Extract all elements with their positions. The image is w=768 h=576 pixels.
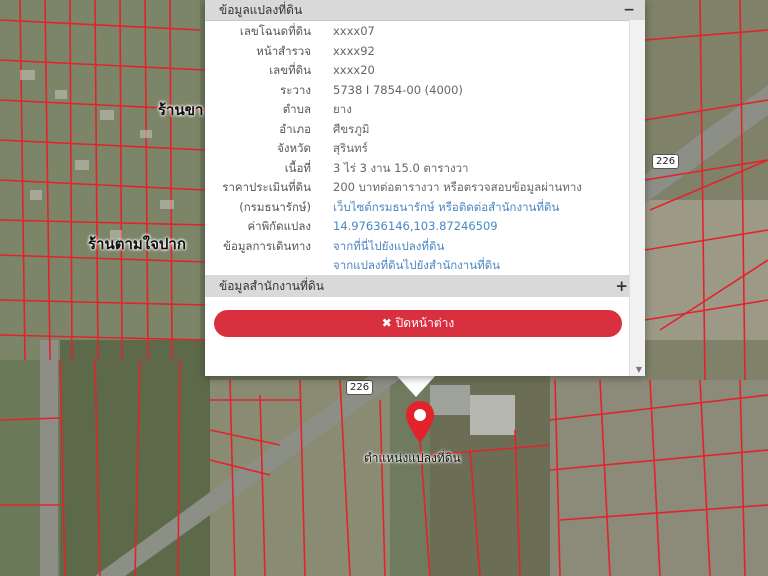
- row-map-sheet: ระวาง 5738 I 7854-00 (4000): [205, 81, 630, 101]
- row-subdistrict: ตำบล ยาง: [205, 100, 630, 120]
- field-label: จังหวัด: [277, 141, 311, 155]
- location-pin-icon[interactable]: [405, 400, 435, 446]
- row-coordinates: ค่าพิกัดแปลง 14.97636146,103.87246509: [205, 217, 630, 237]
- row-land-number: เลขที่ดิน xxxx20: [205, 61, 630, 81]
- field-label: ระวาง: [280, 82, 311, 97]
- field-value: ศีขรภูมิ: [333, 121, 370, 136]
- row-survey-page: หน้าสำรวจ xxxx92: [205, 42, 630, 62]
- land-office-section-header[interactable]: ข้อมูลสำนักงานที่ดิน +: [205, 275, 630, 297]
- close-button-label: ปิดหน้าต่าง: [395, 316, 455, 330]
- row-directions-office: จากแปลงที่ดินไปยังสำนักงานที่ดิน: [205, 256, 630, 276]
- field-label: [205, 256, 333, 276]
- field-label: (กรมธนารักษ์): [239, 199, 311, 214]
- treasury-website-link[interactable]: เว็บไซต์กรมธนารักษ์ หรือติดต่อสำนักงานที…: [333, 198, 630, 218]
- parcel-details: เลขโฉนดที่ดิน xxxx07 หน้าสำรวจ xxxx92 เลขท…: [205, 22, 630, 276]
- x-icon: ✖: [381, 316, 392, 330]
- directions-to-office-link[interactable]: จากแปลงที่ดินไปยังสำนักงานที่ดิน: [333, 256, 630, 276]
- popup-scrollbar[interactable]: ▼: [629, 20, 645, 376]
- parcel-position-label: ตำแหน่งแปลงที่ดิน: [364, 451, 461, 465]
- field-value: xxxx20: [333, 63, 375, 77]
- parcel-info-popup: ข้อมูลแปลงที่ดิน − เลขโฉนดที่ดิน xxxx07 ห…: [205, 0, 645, 376]
- popup-title: ข้อมูลแปลงที่ดิน: [219, 3, 303, 17]
- field-value: 5738 I 7854-00 (4000): [333, 82, 463, 97]
- field-label: ราคาประเมินที่ดิน: [222, 180, 311, 194]
- village-label-top: ร้านขา: [158, 101, 204, 119]
- close-window-button[interactable]: ✖ ปิดหน้าต่าง: [214, 310, 622, 337]
- field-label: เลขที่ดิน: [269, 63, 311, 77]
- field-value: xxxx92: [333, 43, 375, 58]
- row-deed-number: เลขโฉนดที่ดิน xxxx07: [205, 22, 630, 42]
- popup-header[interactable]: ข้อมูลแปลงที่ดิน −: [205, 0, 645, 21]
- field-value: xxxx07: [333, 24, 375, 38]
- row-appraised-price: ราคาประเมินที่ดิน 200 บาทต่อตารางวา หรือต…: [205, 178, 630, 198]
- row-directions: ข้อมูลการเดินทาง จากที่นี่ไปยังแปลงที่ดิน: [205, 237, 630, 257]
- field-label: ตำบล: [282, 102, 311, 116]
- shop-label: ร้านตามใจปาก: [88, 235, 186, 253]
- row-area: เนื้อที่ 3 ไร่ 3 งาน 15.0 ตารางวา: [205, 159, 630, 179]
- collapse-icon[interactable]: −: [623, 0, 635, 20]
- road-shield-226: 226: [346, 380, 374, 395]
- road-shield-226: 226: [652, 154, 680, 169]
- land-office-title: ข้อมูลสำนักงานที่ดิน: [219, 279, 324, 293]
- directions-to-parcel-link[interactable]: จากที่นี่ไปยังแปลงที่ดิน: [333, 237, 630, 257]
- row-treasury-link: (กรมธนารักษ์) เว็บไซต์กรมธนารักษ์ หรือติด…: [205, 198, 630, 218]
- scroll-down-icon[interactable]: ▼: [636, 365, 642, 374]
- field-label: ค่าพิกัดแปลง: [247, 219, 311, 233]
- field-label: ข้อมูลการเดินทาง: [223, 238, 311, 253]
- expand-plus-icon[interactable]: +: [615, 275, 628, 297]
- field-label: อำเภอ: [279, 121, 311, 136]
- row-district: อำเภอ ศีขรภูมิ: [205, 120, 630, 140]
- field-value: 200 บาทต่อตารางวา หรือตรวจสอบข้อมูลผ่านท…: [333, 180, 582, 194]
- field-label: เลขโฉนดที่ดิน: [239, 24, 311, 38]
- field-label: หน้าสำรวจ: [256, 43, 311, 58]
- coordinates-link[interactable]: 14.97636146,103.87246509: [333, 217, 630, 237]
- field-label: เนื้อที่: [284, 160, 311, 175]
- row-province: จังหวัด สุรินทร์: [205, 139, 630, 159]
- field-value: 3 ไร่ 3 งาน 15.0 ตารางวา: [333, 160, 469, 175]
- popup-pointer: [396, 375, 436, 397]
- field-value: สุรินทร์: [333, 141, 368, 155]
- field-value: ยาง: [333, 102, 352, 116]
